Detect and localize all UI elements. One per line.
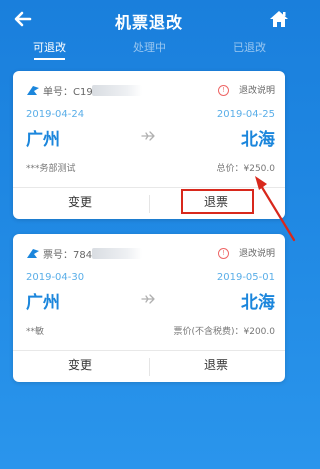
ticket-card: 单号：C19 ! 退改说明 2019-04-24 2019-04-25 广州 北… — [13, 71, 285, 219]
card-divider — [13, 350, 285, 351]
home-icon[interactable] — [268, 8, 290, 30]
button-divider — [149, 358, 150, 376]
arrival-city: 北海 — [241, 130, 275, 150]
tab-label: 已退改 — [233, 41, 266, 54]
tab-label: 可退改 — [33, 41, 66, 54]
order-number-redacted — [92, 85, 142, 96]
change-button[interactable]: 变更 — [40, 356, 120, 374]
arrival-date: 2019-05-01 — [216, 272, 275, 283]
departure-city: 广州 — [26, 130, 60, 150]
passenger-name: ***务部测试 — [26, 164, 76, 174]
plane-tag-icon — [27, 249, 39, 258]
ticket-number: 票号：784 — [43, 250, 93, 261]
ticket-number-redacted — [92, 248, 142, 259]
page-title: 机票退改 — [114, 13, 183, 32]
tab-completed[interactable]: 已退改 — [200, 40, 299, 56]
tab-bar: 可退改 处理中 已退改 — [0, 40, 298, 64]
info-icon[interactable]: ! — [218, 248, 229, 259]
ticket-price: 票价(不含税费)：¥200.0 — [173, 327, 275, 337]
departure-date: 2019-04-24 — [26, 109, 85, 120]
passenger-name: **敏 — [26, 327, 45, 337]
tab-active-indicator — [34, 58, 65, 60]
info-icon[interactable]: ! — [218, 85, 229, 96]
arrival-date: 2019-04-25 — [216, 109, 275, 120]
change-button[interactable]: 变更 — [40, 193, 120, 211]
rules-link[interactable]: 退改说明 — [239, 83, 275, 96]
rules-link[interactable]: 退改说明 — [239, 246, 275, 259]
ticket-card: 票号：784 ! 退改说明 2019-04-30 2019-05-01 广州 北… — [13, 234, 285, 382]
tab-refundable[interactable]: 可退改 — [0, 40, 99, 60]
header: 机票退改 — [0, 0, 298, 40]
card-divider — [13, 187, 285, 188]
order-number: 单号：C19 — [43, 87, 93, 98]
button-divider — [149, 195, 150, 213]
plane-icon — [141, 294, 155, 304]
departure-date: 2019-04-30 — [26, 272, 85, 283]
annotation-arrow-icon — [255, 176, 296, 242]
refund-highlight-box — [181, 189, 254, 214]
price-total: 总价：¥250.0 — [216, 164, 276, 174]
plane-icon — [141, 131, 155, 141]
tab-processing[interactable]: 处理中 — [100, 40, 199, 56]
plane-tag-icon — [27, 86, 39, 95]
refund-button[interactable]: 退票 — [176, 356, 256, 374]
tab-label: 处理中 — [133, 41, 166, 54]
arrival-city: 北海 — [241, 293, 275, 313]
departure-city: 广州 — [26, 293, 60, 313]
